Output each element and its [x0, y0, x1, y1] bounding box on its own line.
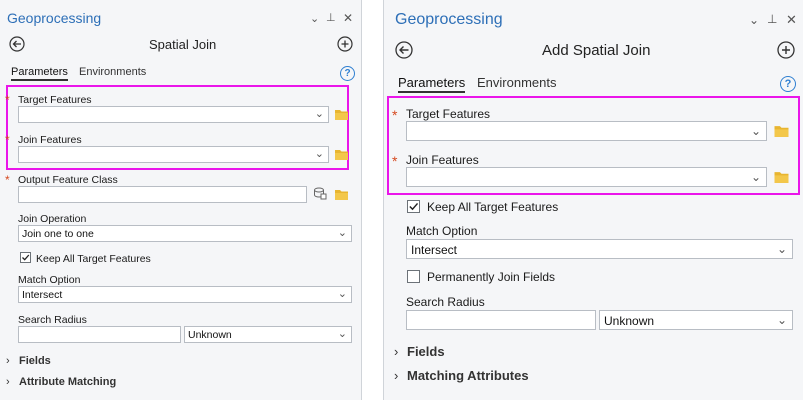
fields-section[interactable]: Fields: [19, 355, 51, 367]
join-features-input[interactable]: ⌄: [406, 167, 767, 187]
keep-all-target-features-label: Keep All Target Features: [36, 253, 151, 265]
target-features-label: Target Features: [406, 107, 491, 121]
required-marker: *: [5, 173, 10, 187]
required-marker: *: [392, 153, 398, 169]
search-radius-input[interactable]: [18, 326, 181, 343]
keep-all-target-features-checkbox[interactable]: [20, 252, 31, 263]
match-option-label: Match Option: [18, 274, 81, 286]
match-option-select[interactable]: Intersect ⌄: [18, 286, 352, 303]
chevron-down-icon[interactable]: ⌄: [338, 289, 347, 300]
geodatabase-icon[interactable]: [313, 186, 327, 205]
tab-parameters[interactable]: Parameters: [11, 66, 68, 81]
geoprocessing-pane-add-spatial-join: Geoprocessing ⌄ ⊥ ✕ Add Spatial Join Par…: [383, 0, 803, 400]
search-radius-unit-select[interactable]: Unknown ⌄: [599, 310, 793, 330]
target-features-input[interactable]: ⌄: [18, 106, 329, 123]
chevron-down-icon[interactable]: ⌄: [310, 12, 319, 25]
search-radius-input[interactable]: [406, 310, 596, 330]
back-arrow-icon[interactable]: [395, 41, 413, 64]
match-option-label: Match Option: [406, 224, 478, 238]
help-icon[interactable]: ?: [340, 66, 355, 81]
tab-parameters[interactable]: Parameters: [398, 75, 466, 93]
matching-attributes-section[interactable]: Matching Attributes: [407, 368, 529, 383]
pin-icon[interactable]: ⊥: [326, 11, 336, 24]
join-operation-label: Join Operation: [18, 213, 87, 225]
chevron-down-icon[interactable]: ⌄: [749, 13, 759, 27]
pane-title: Geoprocessing: [395, 11, 503, 28]
output-feature-class-label: Output Feature Class: [18, 174, 118, 186]
permanently-join-fields-checkbox[interactable]: [407, 270, 420, 283]
search-radius-unit-select[interactable]: Unknown ⌄: [184, 326, 352, 343]
output-feature-class-input[interactable]: [18, 186, 307, 203]
chevron-down-icon[interactable]: ⌄: [777, 314, 787, 326]
chevron-down-icon[interactable]: ⌄: [751, 171, 761, 183]
search-radius-label: Search Radius: [18, 314, 87, 326]
pin-icon[interactable]: ⊥: [767, 12, 777, 26]
join-features-input[interactable]: ⌄: [18, 146, 329, 163]
keep-all-target-features-label: Keep All Target Features: [427, 200, 559, 214]
match-option-select[interactable]: Intersect ⌄: [406, 239, 793, 259]
target-features-input[interactable]: ⌄: [406, 121, 767, 141]
fields-section[interactable]: Fields: [407, 344, 445, 359]
chevron-down-icon[interactable]: ⌄: [315, 109, 324, 120]
required-marker: *: [392, 107, 398, 123]
close-icon[interactable]: ✕: [786, 12, 797, 28]
keep-all-target-features-checkbox[interactable]: [407, 200, 420, 213]
expand-caret-icon[interactable]: ›: [394, 344, 398, 359]
geoprocessing-pane-spatial-join: Geoprocessing ⌄ ⊥ ✕ Spatial Join Paramet…: [0, 0, 362, 400]
plus-circle-icon[interactable]: [777, 41, 795, 64]
tab-environments[interactable]: Environments: [79, 66, 146, 78]
chevron-down-icon[interactable]: ⌄: [751, 125, 761, 137]
plus-circle-icon[interactable]: [337, 36, 353, 57]
expand-caret-icon[interactable]: ›: [6, 355, 10, 367]
folder-icon[interactable]: [334, 108, 349, 121]
join-operation-select[interactable]: Join one to one ⌄: [18, 225, 352, 242]
back-arrow-icon[interactable]: [9, 36, 25, 57]
help-icon[interactable]: ?: [780, 76, 796, 92]
chevron-down-icon[interactable]: ⌄: [338, 329, 347, 340]
required-marker: *: [5, 133, 10, 147]
chevron-down-icon[interactable]: ⌄: [338, 228, 347, 239]
tool-title: Spatial Join: [149, 37, 217, 52]
permanently-join-fields-label: Permanently Join Fields: [427, 270, 556, 284]
tab-environments[interactable]: Environments: [477, 75, 556, 90]
pane-title: Geoprocessing: [7, 10, 102, 26]
folder-icon[interactable]: [334, 148, 349, 161]
tool-title: Add Spatial Join: [542, 42, 651, 59]
folder-icon[interactable]: [773, 124, 790, 138]
close-icon[interactable]: ✕: [343, 11, 353, 25]
join-features-label: Join Features: [406, 153, 479, 167]
search-radius-label: Search Radius: [406, 295, 485, 309]
chevron-down-icon[interactable]: ⌄: [315, 149, 324, 160]
attribute-matching-section[interactable]: Attribute Matching: [19, 376, 116, 388]
chevron-down-icon[interactable]: ⌄: [777, 243, 787, 255]
join-features-label: Join Features: [18, 134, 82, 146]
expand-caret-icon[interactable]: ›: [394, 368, 398, 383]
folder-icon[interactable]: [334, 188, 349, 201]
folder-icon[interactable]: [773, 170, 790, 184]
expand-caret-icon[interactable]: ›: [6, 376, 10, 388]
required-marker: *: [5, 93, 10, 107]
target-features-label: Target Features: [18, 94, 92, 106]
